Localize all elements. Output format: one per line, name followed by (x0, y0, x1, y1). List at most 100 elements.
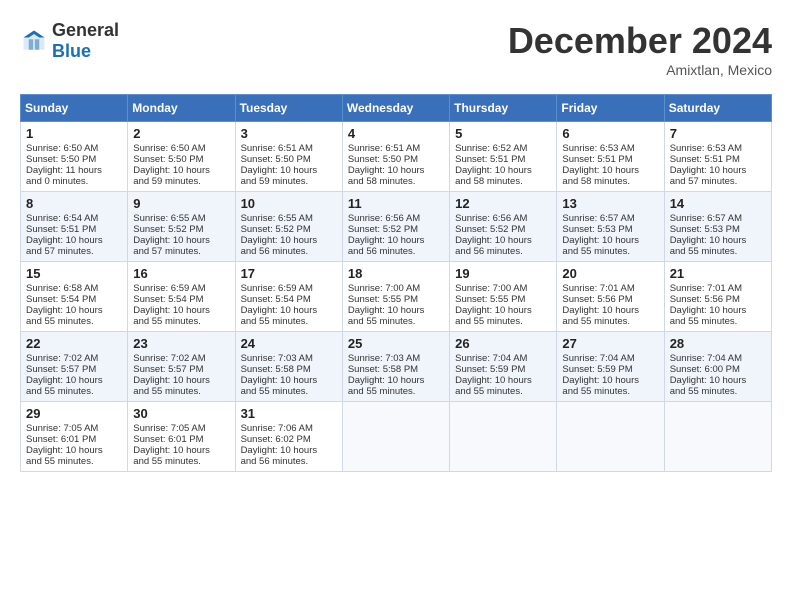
calendar-cell: 29Sunrise: 7:05 AMSunset: 6:01 PMDayligh… (21, 402, 128, 472)
day-number: 25 (348, 336, 444, 351)
week-row-5: 29Sunrise: 7:05 AMSunset: 6:01 PMDayligh… (21, 402, 772, 472)
logo-icon (20, 27, 48, 55)
col-tuesday: Tuesday (235, 95, 342, 122)
daylight-minutes: and 55 minutes. (133, 456, 201, 467)
logo-text: General Blue (52, 20, 119, 62)
calendar-cell (342, 402, 449, 472)
sunrise-label: Sunrise: 7:02 AM (26, 353, 98, 364)
sunset-label: Sunset: 6:01 PM (133, 434, 203, 445)
calendar-cell: 5Sunrise: 6:52 AMSunset: 5:51 PMDaylight… (450, 122, 557, 192)
sunrise-label: Sunrise: 6:58 AM (26, 283, 98, 294)
daylight-label: Daylight: 10 hours (241, 375, 318, 386)
daylight-label: Daylight: 10 hours (133, 235, 210, 246)
sunrise-label: Sunrise: 6:50 AM (26, 143, 98, 154)
calendar-cell: 25Sunrise: 7:03 AMSunset: 5:58 PMDayligh… (342, 332, 449, 402)
day-number: 23 (133, 336, 229, 351)
daylight-label: Daylight: 10 hours (562, 165, 639, 176)
sunrise-label: Sunrise: 7:04 AM (455, 353, 527, 364)
daylight-minutes: and 55 minutes. (26, 386, 94, 397)
daylight-minutes: and 55 minutes. (670, 246, 738, 257)
calendar-cell: 30Sunrise: 7:05 AMSunset: 6:01 PMDayligh… (128, 402, 235, 472)
sunrise-label: Sunrise: 6:57 AM (562, 213, 634, 224)
daylight-label: Daylight: 10 hours (670, 235, 747, 246)
calendar-cell: 24Sunrise: 7:03 AMSunset: 5:58 PMDayligh… (235, 332, 342, 402)
daylight-minutes: and 56 minutes. (455, 246, 523, 257)
daylight-minutes: and 58 minutes. (348, 176, 416, 187)
sunrise-label: Sunrise: 6:57 AM (670, 213, 742, 224)
calendar-cell: 13Sunrise: 6:57 AMSunset: 5:53 PMDayligh… (557, 192, 664, 262)
sunset-label: Sunset: 5:50 PM (26, 154, 96, 165)
daylight-label: Daylight: 10 hours (455, 165, 532, 176)
daylight-label: Daylight: 10 hours (670, 165, 747, 176)
calendar-table: Sunday Monday Tuesday Wednesday Thursday… (20, 94, 772, 472)
day-number: 1 (26, 126, 122, 141)
calendar-cell: 4Sunrise: 6:51 AMSunset: 5:50 PMDaylight… (342, 122, 449, 192)
daylight-minutes: and 57 minutes. (26, 246, 94, 257)
daylight-label: Daylight: 10 hours (670, 305, 747, 316)
sunrise-label: Sunrise: 7:03 AM (348, 353, 420, 364)
day-number: 24 (241, 336, 337, 351)
calendar-cell: 31Sunrise: 7:06 AMSunset: 6:02 PMDayligh… (235, 402, 342, 472)
sunrise-label: Sunrise: 6:56 AM (455, 213, 527, 224)
daylight-minutes: and 55 minutes. (241, 316, 309, 327)
day-number: 22 (26, 336, 122, 351)
sunrise-label: Sunrise: 6:55 AM (133, 213, 205, 224)
week-row-4: 22Sunrise: 7:02 AMSunset: 5:57 PMDayligh… (21, 332, 772, 402)
day-number: 29 (26, 406, 122, 421)
sunrise-label: Sunrise: 6:59 AM (241, 283, 313, 294)
day-number: 10 (241, 196, 337, 211)
col-saturday: Saturday (664, 95, 771, 122)
daylight-label: Daylight: 10 hours (562, 375, 639, 386)
sunset-label: Sunset: 5:57 PM (133, 364, 203, 375)
week-row-3: 15Sunrise: 6:58 AMSunset: 5:54 PMDayligh… (21, 262, 772, 332)
sunset-label: Sunset: 5:52 PM (133, 224, 203, 235)
calendar-cell: 8Sunrise: 6:54 AMSunset: 5:51 PMDaylight… (21, 192, 128, 262)
daylight-label: Daylight: 10 hours (133, 375, 210, 386)
week-row-2: 8Sunrise: 6:54 AMSunset: 5:51 PMDaylight… (21, 192, 772, 262)
daylight-minutes: and 55 minutes. (133, 386, 201, 397)
day-number: 21 (670, 266, 766, 281)
day-number: 9 (133, 196, 229, 211)
calendar-cell: 3Sunrise: 6:51 AMSunset: 5:50 PMDaylight… (235, 122, 342, 192)
daylight-minutes: and 55 minutes. (562, 386, 630, 397)
sunset-label: Sunset: 5:55 PM (348, 294, 418, 305)
daylight-label: Daylight: 10 hours (26, 235, 103, 246)
sunrise-label: Sunrise: 7:01 AM (562, 283, 634, 294)
sunset-label: Sunset: 5:59 PM (562, 364, 632, 375)
daylight-label: Daylight: 10 hours (562, 235, 639, 246)
daylight-minutes: and 58 minutes. (562, 176, 630, 187)
logo: General Blue (20, 20, 119, 62)
day-number: 26 (455, 336, 551, 351)
header-row: Sunday Monday Tuesday Wednesday Thursday… (21, 95, 772, 122)
day-number: 14 (670, 196, 766, 211)
sunset-label: Sunset: 5:54 PM (241, 294, 311, 305)
sunset-label: Sunset: 5:52 PM (348, 224, 418, 235)
sunrise-label: Sunrise: 6:50 AM (133, 143, 205, 154)
daylight-minutes: and 55 minutes. (241, 386, 309, 397)
day-number: 12 (455, 196, 551, 211)
week-row-1: 1Sunrise: 6:50 AMSunset: 5:50 PMDaylight… (21, 122, 772, 192)
daylight-label: Daylight: 10 hours (455, 375, 532, 386)
calendar-cell: 19Sunrise: 7:00 AMSunset: 5:55 PMDayligh… (450, 262, 557, 332)
calendar-cell: 9 Sunrise: 6:55 AMSunset: 5:52 PMDaylight… (128, 192, 235, 262)
sunset-label: Sunset: 5:53 PM (562, 224, 632, 235)
day-number: 11 (348, 196, 444, 211)
calendar-cell: 17Sunrise: 6:59 AMSunset: 5:54 PMDayligh… (235, 262, 342, 332)
daylight-label: Daylight: 10 hours (241, 165, 318, 176)
daylight-minutes: and 55 minutes. (670, 386, 738, 397)
sunrise-label: Sunrise: 7:05 AM (133, 423, 205, 434)
daylight-label: Daylight: 10 hours (26, 375, 103, 386)
daylight-minutes: and 55 minutes. (562, 246, 630, 257)
calendar-cell: 21Sunrise: 7:01 AMSunset: 5:56 PMDayligh… (664, 262, 771, 332)
daylight-label: Daylight: 10 hours (26, 305, 103, 316)
calendar-cell: 16Sunrise: 6:59 AMSunset: 5:54 PMDayligh… (128, 262, 235, 332)
day-number: 4 (348, 126, 444, 141)
calendar-cell: 18Sunrise: 7:00 AMSunset: 5:55 PMDayligh… (342, 262, 449, 332)
calendar-cell: 22Sunrise: 7:02 AMSunset: 5:57 PMDayligh… (21, 332, 128, 402)
daylight-minutes: and 0 minutes. (26, 176, 88, 187)
sunset-label: Sunset: 5:50 PM (133, 154, 203, 165)
sunset-label: Sunset: 5:56 PM (562, 294, 632, 305)
sunrise-label: Sunrise: 7:04 AM (562, 353, 634, 364)
day-number: 8 (26, 196, 122, 211)
sunset-label: Sunset: 5:54 PM (133, 294, 203, 305)
